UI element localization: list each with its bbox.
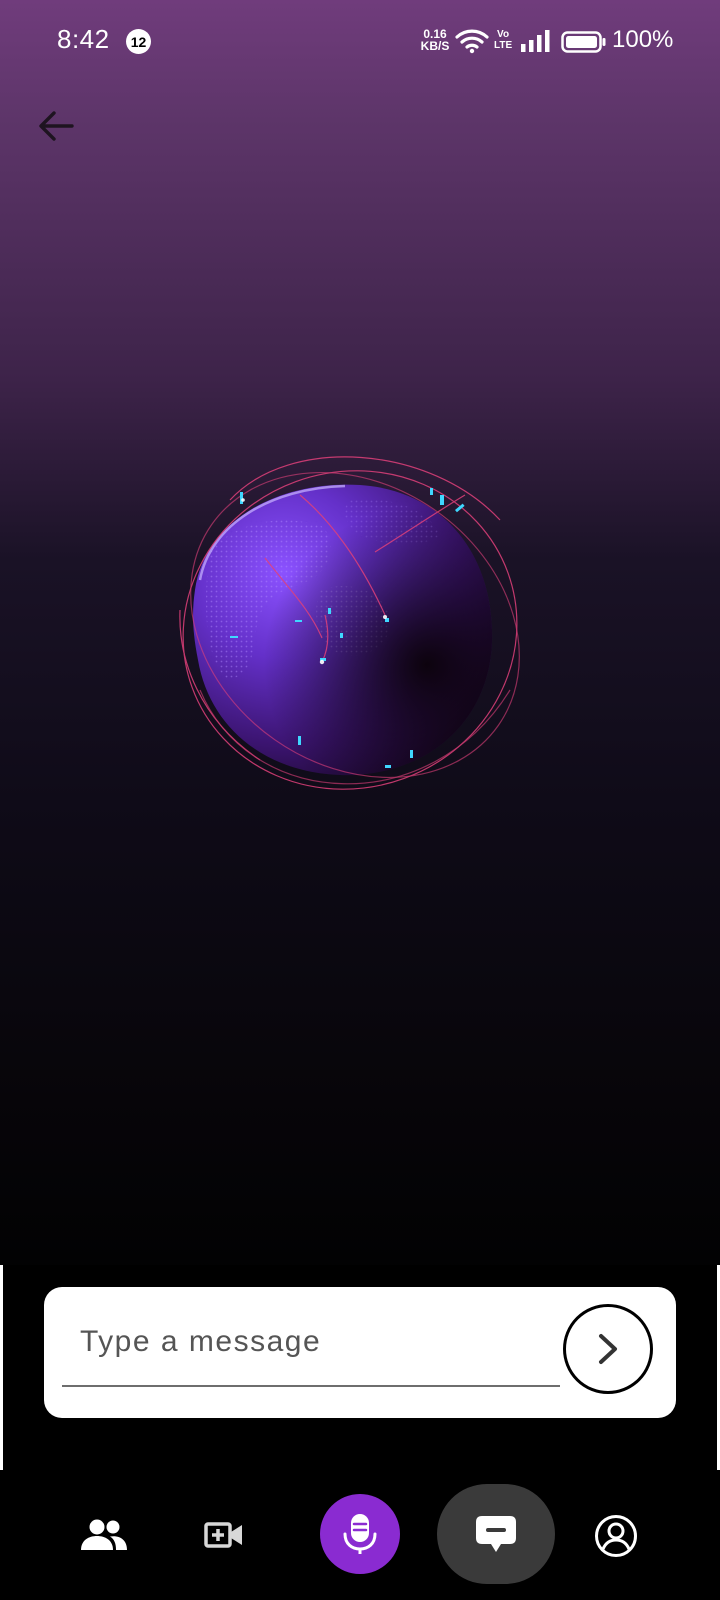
- send-button[interactable]: [563, 1304, 653, 1394]
- people-icon: [81, 1519, 127, 1550]
- arrow-left-icon: [39, 111, 74, 141]
- composer-edge-left: [0, 1265, 3, 1470]
- volte-top-label: Vo: [497, 29, 510, 40]
- battery-percent: 100%: [612, 26, 674, 53]
- ai-globe-visual: [170, 440, 540, 820]
- chat-bubble-icon: [476, 1516, 516, 1552]
- status-time: 8:42: [57, 24, 110, 54]
- volte-bottom-label: LTE: [494, 40, 513, 51]
- battery-icon: [561, 31, 606, 53]
- bottom-navigation: [0, 1470, 720, 1600]
- notification-count-badge: 12: [126, 29, 151, 54]
- account-circle-icon: [595, 1515, 637, 1557]
- nav-voice-button[interactable]: [320, 1494, 400, 1574]
- app-screen: 8:42 12 0.16 KB/S Vo LTE 100%: [0, 0, 720, 1600]
- message-composer: [44, 1287, 676, 1418]
- nav-profile-button[interactable]: [588, 1508, 644, 1564]
- globe-icon: [179, 456, 520, 790]
- status-bar: 8:42 12 0.16 KB/S Vo LTE 100%: [0, 0, 720, 84]
- message-input[interactable]: [62, 1317, 560, 1387]
- wifi-icon: [455, 29, 489, 54]
- nav-video-button[interactable]: [196, 1510, 252, 1560]
- network-speed: 0.16 KB/S: [418, 28, 452, 52]
- back-button[interactable]: [30, 100, 82, 152]
- video-add-icon: [204, 1522, 242, 1548]
- nav-contacts-button[interactable]: [72, 1510, 136, 1560]
- signal-icon: [521, 30, 550, 52]
- network-speed-unit: KB/S: [420, 39, 450, 53]
- microphone-icon: [343, 1514, 377, 1554]
- nav-chat-button[interactable]: [437, 1484, 555, 1584]
- volte-icon: Vo LTE: [494, 29, 512, 51]
- chevron-right-icon: [599, 1334, 617, 1364]
